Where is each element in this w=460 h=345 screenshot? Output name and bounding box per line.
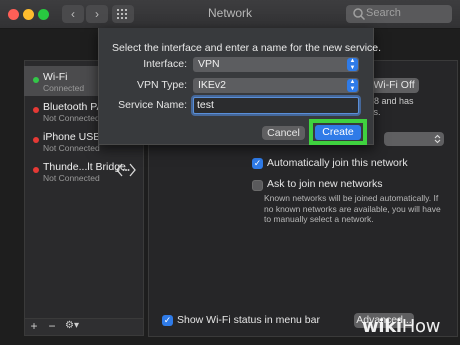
status-dot: [33, 167, 39, 173]
thunderbolt-bridge-icon: [116, 163, 136, 177]
watermark-part: How: [401, 316, 441, 337]
add-service-button[interactable]: +: [26, 318, 42, 334]
auto-join-label: Automatically join this network: [267, 157, 408, 169]
show-wifi-status-label: Show Wi-Fi status in menu bar: [177, 314, 320, 326]
service-name: Wi-Fi: [43, 71, 68, 83]
service-status: Not Connected: [43, 143, 100, 153]
status-dot: [33, 137, 39, 143]
popup-arrows-icon: [434, 134, 441, 144]
status-text-fragment: 08 and has: [369, 96, 414, 106]
checkmark-icon: ✓: [163, 315, 172, 325]
ask-join-checkbox[interactable]: [252, 180, 263, 191]
status-dot: [33, 77, 39, 83]
interface-popup-arrows-icon: ▲ ▼: [347, 58, 358, 71]
create-button[interactable]: Create: [315, 125, 361, 140]
search-icon: [353, 8, 366, 21]
sidebar-toolbar: [24, 318, 144, 336]
remove-service-button[interactable]: −: [44, 318, 60, 334]
service-status: Not Connected: [43, 113, 100, 123]
service-name-field[interactable]: [193, 97, 359, 114]
show-wifi-status-checkbox[interactable]: ✓: [162, 315, 173, 326]
dialog-message: Select the interface and enter a name fo…: [112, 42, 382, 54]
wikihow-watermark: wikiHow: [362, 316, 440, 337]
service-name-value: test: [197, 99, 214, 111]
network-name-popup[interactable]: [384, 132, 444, 146]
search-placeholder: Search: [366, 7, 401, 19]
vpn-type-popup-arrows-icon: ▲ ▼: [347, 79, 358, 92]
service-actions-button[interactable]: ⚙▾: [62, 318, 82, 334]
watermark-part: wiki: [362, 316, 402, 337]
ask-join-label: Ask to join new networks: [267, 178, 383, 190]
interface-label: Interface:: [143, 58, 187, 70]
auto-join-checkbox[interactable]: ✓: [252, 158, 263, 169]
vpn-type-label: VPN Type:: [137, 79, 187, 91]
sidebar-item-thunderbolt-bridge[interactable]: Thunde...lt Bridge Not Connected: [24, 156, 142, 186]
help-text: Known networks will be joined automatica…: [264, 193, 441, 224]
cancel-button[interactable]: Cancel: [262, 126, 305, 140]
service-status: Not Connected: [43, 173, 100, 183]
wifi-off-button[interactable]: Wi-Fi Off: [369, 78, 419, 93]
service-status: Connected: [43, 83, 85, 93]
checkmark-icon: ✓: [253, 158, 262, 168]
vpn-type-value: IKEv2: [198, 79, 227, 91]
service-name: Thunde...lt Bridge: [43, 161, 126, 173]
service-name-label: Service Name:: [118, 99, 187, 111]
service-name: iPhone USB: [43, 131, 101, 143]
status-dot: [33, 107, 39, 113]
interface-value: VPN: [198, 58, 220, 70]
